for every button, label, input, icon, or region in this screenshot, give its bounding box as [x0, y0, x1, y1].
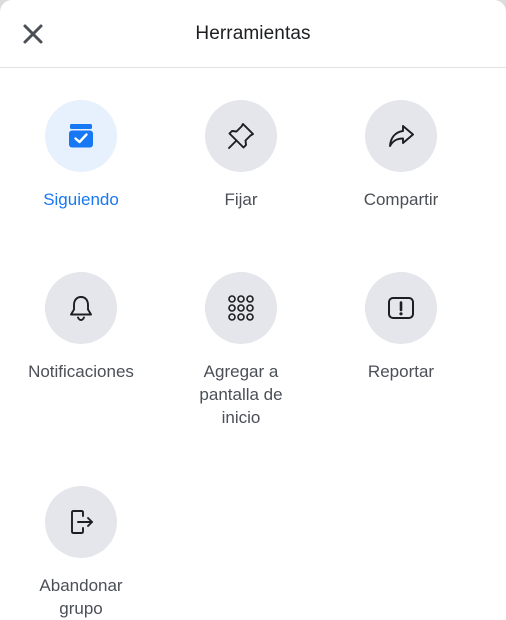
tool-icon-circle	[45, 272, 117, 344]
pin-icon	[228, 123, 254, 149]
tool-label: Abandonar grupo	[39, 576, 123, 618]
tools-sheet: Herramientas Siguiendo Fijar Compartir N…	[0, 0, 506, 620]
tool-abandonar-grupo[interactable]: Abandonar grupo	[6, 486, 156, 620]
bell-icon	[70, 296, 92, 321]
tool-label: Reportar	[367, 362, 435, 381]
following-check-icon	[69, 124, 93, 148]
tool-icon-circle	[365, 272, 437, 344]
sheet-header: Herramientas	[0, 0, 506, 68]
tool-icon-circle	[205, 272, 277, 344]
tool-icon-circle	[365, 100, 437, 172]
tool-label: Fijar	[224, 190, 258, 209]
tool-agregar-pantalla-inicio[interactable]: Agregar a pantalla de inicio	[166, 272, 316, 429]
tool-icon-circle	[205, 100, 277, 172]
share-icon	[389, 125, 414, 147]
tool-reportar[interactable]: Reportar	[326, 272, 476, 383]
tool-siguiendo[interactable]: Siguiendo	[6, 100, 156, 211]
tool-label: Agregar a pantalla de inicio	[199, 362, 283, 427]
tool-label: Compartir	[363, 190, 439, 209]
tool-label: Notificaciones	[28, 362, 134, 381]
page-title: Herramientas	[195, 23, 311, 44]
tool-label: Siguiendo	[43, 190, 119, 209]
grid-dots-icon	[228, 295, 254, 321]
tool-fijar[interactable]: Fijar	[166, 100, 316, 211]
tool-icon-circle	[45, 486, 117, 558]
tool-notificaciones[interactable]: Notificaciones	[6, 272, 156, 383]
tool-icon-circle	[45, 100, 117, 172]
leave-group-icon	[71, 510, 93, 534]
tool-compartir[interactable]: Compartir	[326, 100, 476, 211]
report-icon	[388, 297, 414, 319]
